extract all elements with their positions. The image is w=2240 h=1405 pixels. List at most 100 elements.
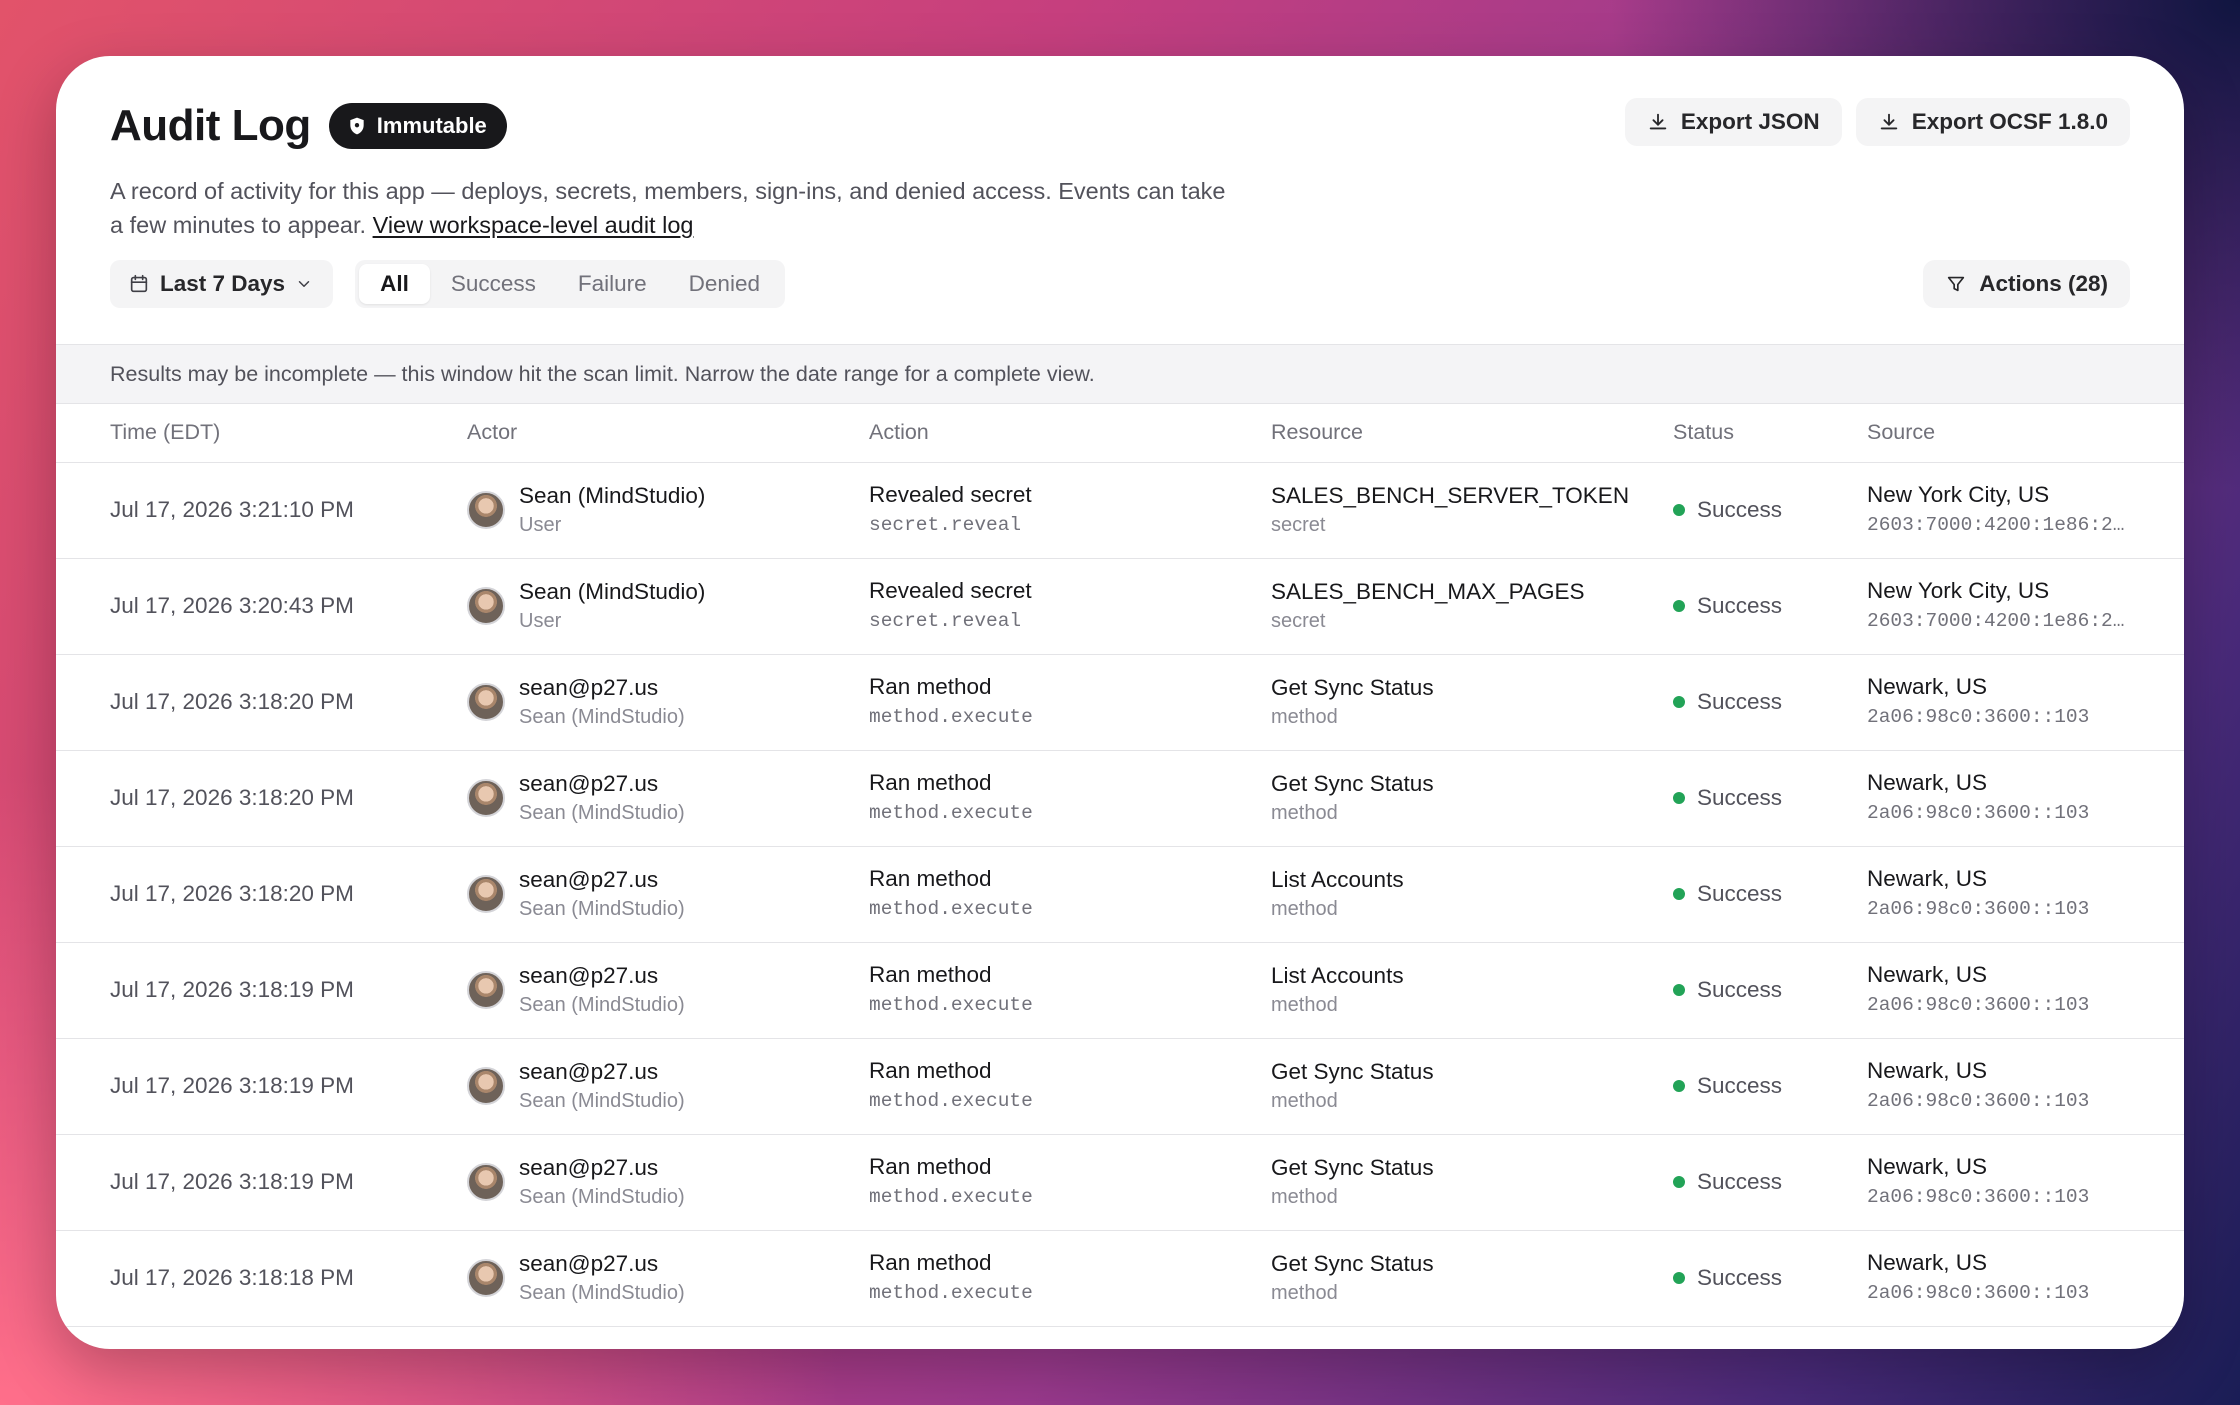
cell-source: Newark, US 2a06:98c0:3600::103 [1867,1038,2184,1135]
actor-text: Sean (MindStudio) User [519,577,705,635]
actor-info: sean@p27.us Sean (MindStudio) [467,1057,869,1115]
cell-actor: sean@p27.us Sean (MindStudio) [467,1230,869,1327]
cell-status: Success [1673,1134,1867,1231]
cell-time: Jul 17, 2026 3:18:20 PM [56,654,467,751]
status-dot [1673,888,1685,900]
actor-text: sean@p27.us Sean (MindStudio) [519,1057,685,1115]
column-header-resource[interactable]: Resource [1271,404,1673,463]
action-name: Ran method [869,866,992,891]
cell-status: Success [1673,558,1867,655]
cell-status: Success [1673,462,1867,559]
actor-info: Sean (MindStudio) User [467,481,869,539]
tab-failure[interactable]: Failure [557,264,668,304]
table-row[interactable]: Jul 17, 2026 3:18:18 PM sean@p27.us Sean… [56,1230,2184,1327]
action-name: Ran method [869,770,992,795]
status-badge: Success [1673,977,1867,1003]
status-dot [1673,696,1685,708]
export-json-button[interactable]: Export JSON [1624,98,1842,146]
status-label: Success [1697,593,1783,618]
source-ip: 2a06:98c0:3600::103 [1867,994,2090,1016]
status-label: Success [1697,881,1783,906]
actions-filter-button[interactable]: Actions (28) [1923,260,2130,308]
status-badge: Success [1673,497,1867,523]
source-ip: 2603:7000:4200:1e86:2… [1867,514,2125,536]
resource-type: method [1271,706,1338,728]
cell-action: Revealed secret secret.reveal [869,558,1271,655]
resource-name: Get Sync Status [1271,1155,1434,1180]
avatar [467,971,505,1009]
tab-success[interactable]: Success [430,264,557,304]
avatar [467,491,505,529]
table-row[interactable]: Jul 17, 2026 3:18:19 PM sean@p27.us Sean… [56,1134,2184,1231]
resource-name: Get Sync Status [1271,1251,1434,1276]
table-row[interactable]: Jul 17, 2026 3:18:19 PM sean@p27.us Sean… [56,942,2184,1039]
resource-type: method [1271,994,1338,1016]
action-code: method.execute [869,994,1033,1016]
source-ip: 2a06:98c0:3600::103 [1867,1282,2090,1304]
cell-time: Jul 17, 2026 3:18:19 PM [56,1134,467,1231]
cell-resource: Get Sync Status method [1271,750,1673,847]
status-label: Success [1697,497,1783,522]
source-location: New York City, US [1867,578,2050,603]
cell-time: Jul 17, 2026 3:18:20 PM [56,846,467,943]
avatar [467,587,505,625]
page-description: A record of activity for this app — depl… [110,174,1230,242]
action-code: method.execute [869,706,1033,728]
cell-time: Jul 17, 2026 3:18:20 PM [56,750,467,847]
action-name: Ran method [869,1250,992,1275]
table-row[interactable]: Jul 17, 2026 3:18:20 PM sean@p27.us Sean… [56,654,2184,751]
status-label: Success [1697,1169,1783,1194]
resource-type: method [1271,1090,1338,1112]
cell-resource: SALES_BENCH_MAX_PAGES secret [1271,558,1673,655]
cell-action: Revealed secret secret.reveal [869,462,1271,559]
cell-actor: Sean (MindStudio) User [467,462,869,559]
status-badge: Success [1673,689,1867,715]
column-header-source[interactable]: Source [1867,404,2184,463]
workspace-audit-log-link[interactable]: View workspace-level audit log [373,212,694,238]
cell-time: Jul 17, 2026 3:21:10 PM [56,462,467,559]
event-time: Jul 17, 2026 3:18:19 PM [110,1169,354,1194]
status-label: Success [1697,689,1783,714]
action-code: method.execute [869,1090,1033,1112]
resource-type: method [1271,1282,1338,1304]
table-row[interactable]: Jul 17, 2026 3:20:43 PM Sean (MindStudio… [56,558,2184,655]
cell-resource: Get Sync Status method [1271,1230,1673,1327]
table-row[interactable]: Jul 17, 2026 3:18:20 PM sean@p27.us Sean… [56,846,2184,943]
date-range-dropdown[interactable]: Last 7 Days [110,260,334,308]
table-row[interactable]: Jul 17, 2026 3:18:19 PM sean@p27.us Sean… [56,1038,2184,1135]
table-row[interactable]: Jul 17, 2026 3:18:20 PM sean@p27.us Sean… [56,750,2184,847]
column-header-status[interactable]: Status [1673,404,1867,463]
actor-name: sean@p27.us [519,867,659,892]
cell-action: Ran method method.execute [869,750,1271,847]
filter-icon [1948,276,1965,292]
status-badge: Success [1673,1169,1867,1195]
tab-all[interactable]: All [359,264,430,304]
cell-actor: sean@p27.us Sean (MindStudio) [467,1134,869,1231]
event-time: Jul 17, 2026 3:20:43 PM [110,593,354,618]
shield-icon [350,117,364,135]
table-row[interactable]: Jul 17, 2026 3:21:10 PM Sean (MindStudio… [56,462,2184,559]
actor-info: sean@p27.us Sean (MindStudio) [467,1153,869,1211]
column-header-time[interactable]: Time (EDT) [56,404,467,463]
tab-denied[interactable]: Denied [668,264,781,304]
cell-actor: sean@p27.us Sean (MindStudio) [467,1038,869,1135]
resource-name: SALES_BENCH_MAX_PAGES [1271,579,1585,604]
actor-name: sean@p27.us [519,675,659,700]
column-header-actor[interactable]: Actor [467,404,869,463]
actor-subtitle: User [519,610,562,632]
event-time: Jul 17, 2026 3:21:10 PM [110,497,354,522]
resource-type: method [1271,802,1338,824]
source-location: Newark, US [1867,1250,1988,1275]
chevron-down-icon [298,281,310,287]
cell-actor: sean@p27.us Sean (MindStudio) [467,846,869,943]
cell-source: Newark, US 2a06:98c0:3600::103 [1867,942,2184,1039]
action-name: Ran method [869,1154,992,1179]
cell-resource: List Accounts method [1271,846,1673,943]
source-ip: 2a06:98c0:3600::103 [1867,802,2090,824]
export-ocsf-button[interactable]: Export OCSF 1.8.0 [1855,98,2130,146]
actor-info: sean@p27.us Sean (MindStudio) [467,961,869,1019]
actor-info: sean@p27.us Sean (MindStudio) [467,865,869,923]
avatar [467,779,505,817]
column-header-action[interactable]: Action [869,404,1271,463]
status-badge: Success [1673,881,1867,907]
